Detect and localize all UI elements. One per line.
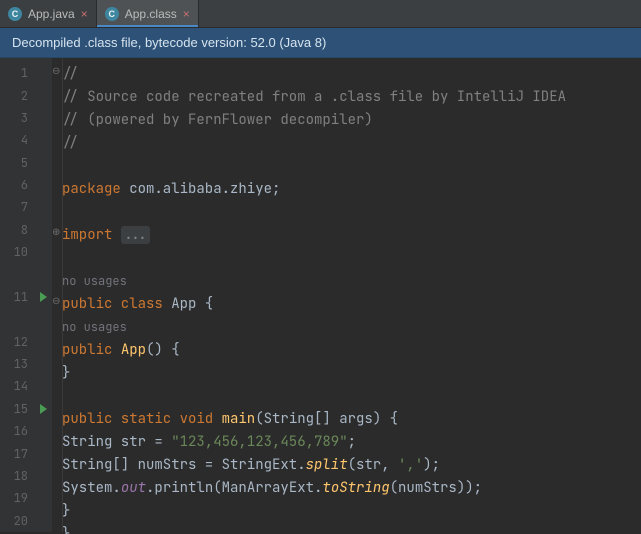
line-number: 11 <box>0 289 34 305</box>
tab-bar: C App.java × C App.class × <box>0 0 641 28</box>
code-line <box>52 384 641 407</box>
code-line: package com.alibaba.zhiye; <box>52 177 641 200</box>
line-number: 8 <box>0 222 34 238</box>
line-number: 2 <box>0 88 34 104</box>
close-icon[interactable]: × <box>81 8 88 20</box>
close-icon[interactable]: × <box>183 8 190 20</box>
line-number: 3 <box>0 110 34 126</box>
code-line: ⊖public class App { <box>52 292 641 315</box>
code-line <box>52 200 641 223</box>
line-number: 12 <box>0 334 34 350</box>
fold-icon[interactable]: ⊖ <box>52 296 61 305</box>
code-line: String str = "123,456,123,456,789"; <box>52 430 641 453</box>
line-number: 18 <box>0 468 34 484</box>
active-tab-indicator <box>97 25 198 27</box>
fold-icon[interactable]: ⊖ <box>52 66 61 75</box>
code-line: } <box>52 499 641 522</box>
editor: 1 2 3 4 5 6 7 8 10 11 12 13 14 15 16 17 … <box>0 58 641 532</box>
code-area[interactable]: ⊖// // Source code recreated from a .cla… <box>52 58 641 532</box>
code-line: String[] numStrs = StringExt.split(str, … <box>52 453 641 476</box>
line-number: 6 <box>0 177 34 193</box>
line-number: 7 <box>0 199 34 215</box>
code-line: // Source code recreated from a .class f… <box>52 85 641 108</box>
tab-label: App.java <box>28 7 75 21</box>
tab-app-class[interactable]: C App.class × <box>97 0 199 27</box>
line-number: 19 <box>0 490 34 506</box>
code-line: public static void main(String[] args) { <box>52 407 641 430</box>
java-class-icon: C <box>105 7 119 21</box>
line-number: 10 <box>0 244 34 260</box>
banner-text: Decompiled .class file, bytecode version… <box>12 35 326 50</box>
java-class-icon: C <box>8 7 22 21</box>
line-number: 5 <box>0 155 34 171</box>
run-gutter-icon[interactable] <box>34 292 52 302</box>
folded-region[interactable]: ... <box>121 226 150 244</box>
code-line: ⊕import ... <box>52 223 641 246</box>
line-number: 16 <box>0 423 34 439</box>
code-line <box>52 154 641 177</box>
code-line: public App() { <box>52 338 641 361</box>
tab-app-java[interactable]: C App.java × <box>0 0 97 27</box>
inlay-hint: no usages <box>52 269 641 292</box>
run-gutter-icon[interactable] <box>34 404 52 414</box>
line-number: 1 <box>0 65 34 81</box>
line-number: 13 <box>0 356 34 372</box>
code-line <box>52 246 641 269</box>
inlay-hint: no usages <box>52 315 641 338</box>
line-number: 15 <box>0 401 34 417</box>
code-line: System.out.println(ManArrayExt.toString(… <box>52 476 641 499</box>
line-number: 4 <box>0 132 34 148</box>
line-number: 17 <box>0 446 34 462</box>
code-line: // <box>52 131 641 154</box>
code-line: ⊖// <box>52 62 641 85</box>
gutter[interactable]: 1 2 3 4 5 6 7 8 10 11 12 13 14 15 16 17 … <box>0 58 52 532</box>
decompiled-banner: Decompiled .class file, bytecode version… <box>0 28 641 58</box>
code-line: } <box>52 361 641 384</box>
tab-label: App.class <box>125 7 177 21</box>
fold-icon[interactable]: ⊕ <box>52 227 61 236</box>
line-number: 14 <box>0 378 34 394</box>
line-number: 20 <box>0 513 34 529</box>
code-line: // (powered by FernFlower decompiler) <box>52 108 641 131</box>
code-line: } <box>52 522 641 534</box>
